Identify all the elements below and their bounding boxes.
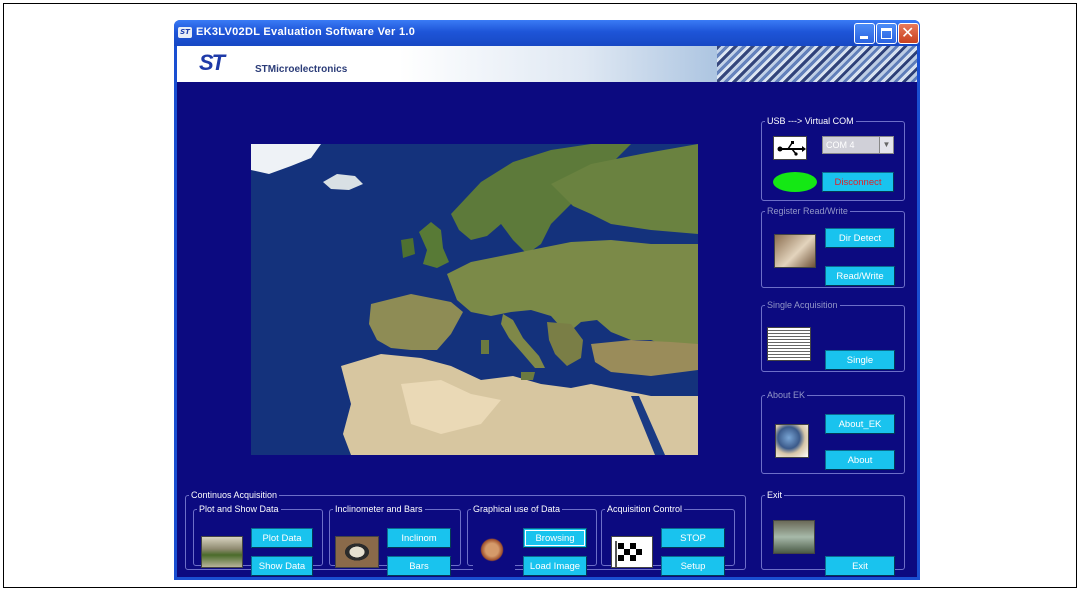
load-image-button[interactable]: Load Image: [523, 556, 587, 576]
europe-satellite-image: [251, 144, 698, 455]
company-name: STMicroelectronics: [255, 64, 348, 75]
acquisition-control-legend: Acquisition Control: [607, 504, 683, 514]
exit-button[interactable]: Exit: [825, 556, 895, 576]
continuous-acquisition-legend: Continuos Acquisition: [191, 490, 278, 500]
about-icon: [775, 424, 809, 458]
oscilloscope-icon: [201, 536, 243, 568]
gauges-icon: [335, 536, 379, 568]
app-icon: ST: [178, 27, 192, 38]
inclinometer-bars-legend: Inclinometer and Bars: [335, 504, 423, 514]
maximize-button[interactable]: [876, 23, 897, 44]
graphical-data-legend: Graphical use of Data: [473, 504, 561, 514]
show-data-button[interactable]: Show Data: [251, 556, 313, 576]
map-graphic: [251, 144, 698, 455]
close-icon: ✕: [901, 23, 915, 42]
usb-group-legend: USB ---> Virtual COM: [767, 116, 854, 126]
stop-button[interactable]: STOP: [661, 528, 725, 548]
dir-detect-button[interactable]: Dir Detect: [825, 228, 895, 248]
about-button[interactable]: About: [825, 450, 895, 470]
writing-hand-icon: [774, 234, 816, 268]
close-button[interactable]: ✕: [898, 23, 919, 44]
about-ek-legend: About EK: [767, 390, 806, 400]
title-bar[interactable]: ST EK3LV02DL Evaluation Software Ver 1.0…: [174, 20, 920, 46]
register-group-legend: Register Read/Write: [767, 206, 848, 216]
disconnect-button[interactable]: Disconnect: [822, 172, 894, 192]
minimize-icon: [860, 36, 868, 39]
app-window: ST EK3LV02DL Evaluation Software Ver 1.0…: [174, 20, 920, 580]
door-icon: [773, 520, 815, 554]
st-logo: ST: [199, 50, 225, 75]
header-banner: ST STMicroelectronics: [177, 46, 917, 82]
browsing-button[interactable]: Browsing: [523, 528, 587, 548]
checkered-flag-icon: [611, 536, 653, 568]
usb-icon: [773, 136, 807, 160]
com-port-value: COM 4: [826, 140, 855, 150]
plot-show-legend: Plot and Show Data: [199, 504, 279, 514]
single-acquisition-legend: Single Acquisition: [767, 300, 838, 310]
read-write-button[interactable]: Read/Write: [825, 266, 895, 286]
com-port-select[interactable]: COM 4 ▼: [822, 136, 894, 154]
minimize-button[interactable]: [854, 23, 875, 44]
chevron-down-icon[interactable]: ▼: [879, 137, 893, 153]
inclinom-button[interactable]: Inclinom: [387, 528, 451, 548]
about-ek-button[interactable]: About_EK: [825, 414, 895, 434]
planet-icon: [473, 536, 515, 570]
connection-status-indicator: [773, 172, 817, 192]
maximize-icon: [881, 28, 892, 39]
data-sheet-icon: [767, 327, 811, 361]
client-area: ST STMicroelectronics USB ---> Virtual C…: [177, 46, 917, 577]
window-title: EK3LV02DL Evaluation Software Ver 1.0: [196, 26, 416, 38]
setup-button[interactable]: Setup: [661, 556, 725, 576]
banner-graphic: [717, 46, 917, 82]
plot-data-button[interactable]: Plot Data: [251, 528, 313, 548]
exit-group-legend: Exit: [767, 490, 783, 500]
bars-button[interactable]: Bars: [387, 556, 451, 576]
single-button[interactable]: Single: [825, 350, 895, 370]
